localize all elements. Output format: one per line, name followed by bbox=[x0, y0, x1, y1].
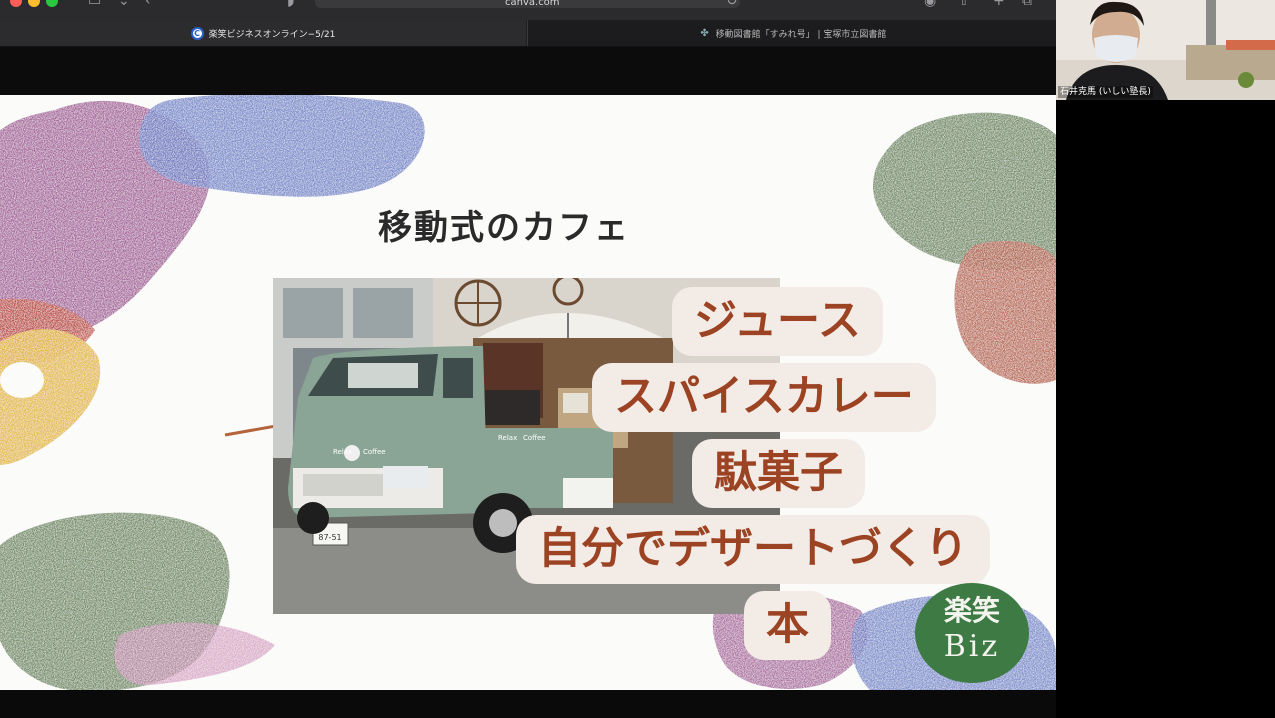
menu-item-spice-curry: スパイスカレー bbox=[592, 363, 936, 432]
address-text: canva.com bbox=[505, 0, 560, 8]
browser-toolbar: ▭ ⌄ ‹ ◗ canva.com ↻ ◉ ⇧ + ⧉ bbox=[0, 0, 1056, 20]
share-icon[interactable]: ⇧ bbox=[958, 0, 970, 9]
tab-label: 楽笑ビジネスオンライン−5/21 bbox=[208, 29, 336, 40]
van-label-relax: Relax bbox=[333, 448, 352, 456]
back-icon[interactable]: ‹ bbox=[145, 0, 151, 9]
logo-bottom-text: Biz bbox=[943, 629, 1001, 664]
menu-item-books: 本 bbox=[744, 591, 831, 660]
tab-strip: C 楽笑ビジネスオンライン−5/21 ✤ 移動図書館「すみれ号」 | 宝塚市立図… bbox=[0, 20, 1057, 47]
close-window-button[interactable] bbox=[10, 0, 22, 7]
license-plate: 87-51 bbox=[318, 533, 341, 542]
tab-rakusho-business-online[interactable]: C 楽笑ビジネスオンライン−5/21 bbox=[0, 20, 526, 46]
presentation-slide: 移動式のカフェ 87-51 Relax Coffee Relax Coffee … bbox=[0, 95, 1056, 690]
rakusho-biz-logo: 楽笑 Biz bbox=[915, 583, 1029, 683]
reload-icon[interactable]: ↻ bbox=[726, 0, 738, 9]
maximize-window-button[interactable] bbox=[46, 0, 58, 7]
chevron-down-icon[interactable]: ⌄ bbox=[118, 0, 130, 9]
library-favicon-icon: ✤ bbox=[700, 27, 709, 39]
bottom-bar bbox=[0, 690, 1056, 718]
tab-mobile-library[interactable]: ✤ 移動図書館「すみれ号」 | 宝塚市立図書館 bbox=[527, 20, 1057, 46]
menu-item-dagashi: 駄菓子 bbox=[692, 439, 865, 508]
address-bar[interactable]: canva.com bbox=[315, 0, 740, 8]
participant-video bbox=[1056, 0, 1275, 100]
van-side-label-coffee: Coffee bbox=[523, 434, 546, 442]
tab-overview-icon[interactable]: ⧉ bbox=[1022, 0, 1032, 9]
shield-icon[interactable]: ◗ bbox=[287, 0, 294, 9]
download-icon[interactable]: ◉ bbox=[924, 0, 936, 9]
logo-top-text: 楽笑 bbox=[943, 594, 1000, 627]
menu-item-dessert-making: 自分でデザートづくり bbox=[516, 515, 990, 584]
new-tab-icon[interactable]: + bbox=[993, 0, 1005, 9]
slide-title: 移動式のカフェ bbox=[378, 208, 630, 248]
video-panel-background bbox=[1056, 100, 1275, 718]
participant-video-tile[interactable] bbox=[1056, 0, 1275, 100]
sidebar-icon[interactable]: ▭ bbox=[88, 0, 101, 9]
tab-label: 移動図書館「すみれ号」 | 宝塚市立図書館 bbox=[715, 29, 887, 40]
participant-name-label: 石井克馬 (いしい塾長) bbox=[1058, 86, 1153, 98]
menu-item-juice: ジュース bbox=[672, 287, 883, 356]
van-label-coffee: Coffee bbox=[363, 448, 386, 456]
canva-icon: C bbox=[190, 26, 204, 40]
van-side-label-relax: Relax bbox=[498, 434, 517, 442]
minimize-window-button[interactable] bbox=[28, 0, 40, 7]
canva-header-area bbox=[0, 47, 1056, 95]
